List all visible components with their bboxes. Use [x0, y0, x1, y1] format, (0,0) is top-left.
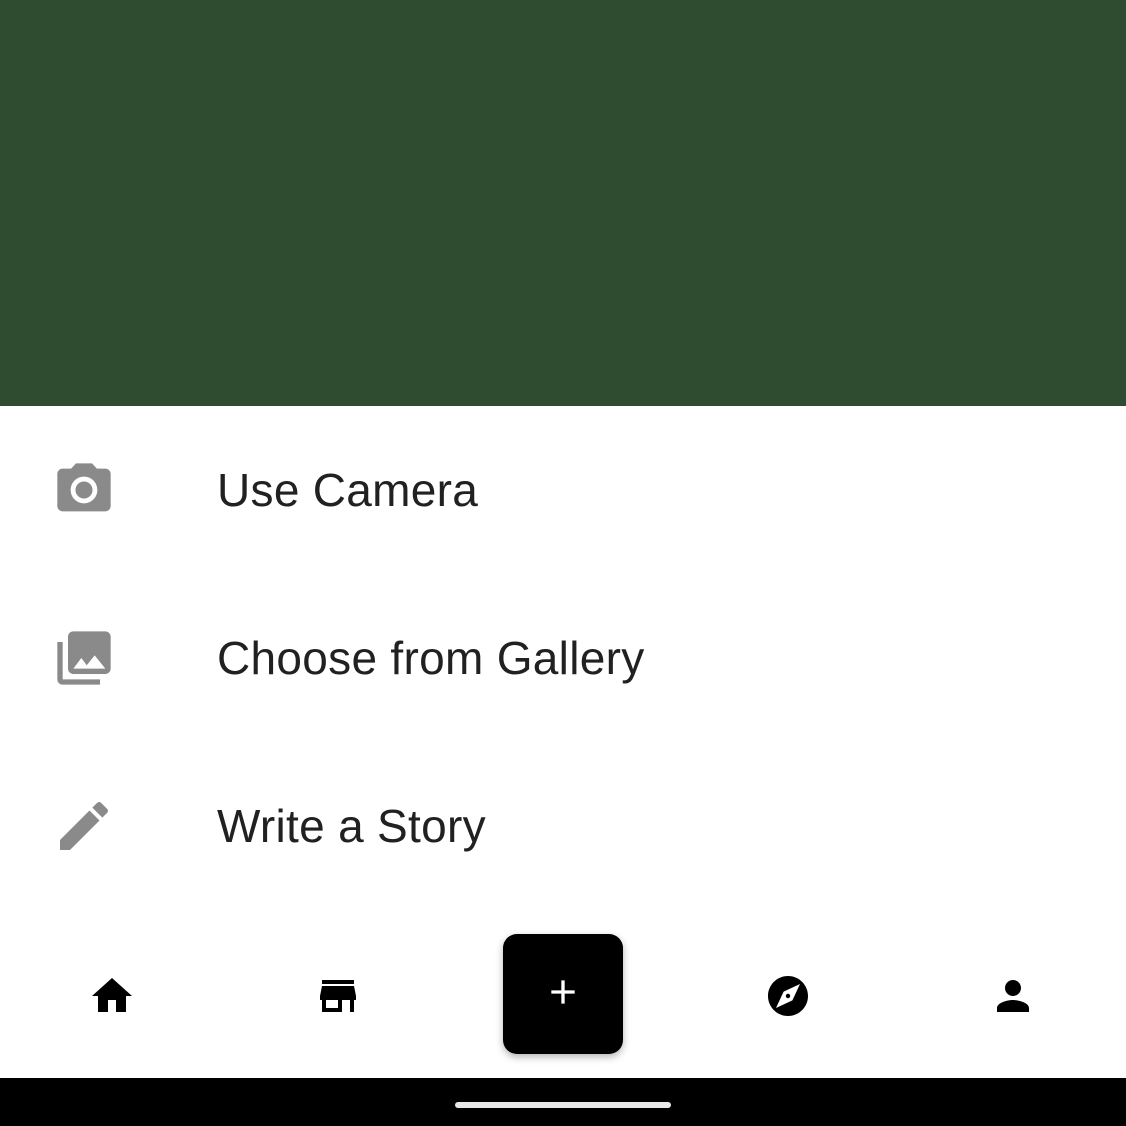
gesture-home-handle[interactable]: [455, 1102, 671, 1108]
home-icon: [88, 972, 136, 1025]
nav-profile-button[interactable]: [983, 968, 1043, 1028]
write-a-story-label: Write a Story: [217, 800, 486, 852]
choose-from-gallery-label: Choose from Gallery: [217, 632, 645, 684]
use-camera-option[interactable]: Use Camera: [0, 406, 1126, 574]
compass-icon: [764, 972, 812, 1025]
photo-library-icon: [52, 626, 116, 690]
modal-scrim[interactable]: [0, 0, 1126, 406]
write-a-story-option[interactable]: Write a Story: [0, 742, 1126, 910]
nav-explore-button[interactable]: [758, 968, 818, 1028]
system-navigation-bar: [0, 1078, 1126, 1126]
nav-store-button[interactable]: [308, 968, 368, 1028]
camera-icon: [52, 458, 116, 522]
bottom-sheet: Use Camera Choose from Gallery Write a S…: [0, 406, 1126, 921]
store-icon: [314, 972, 362, 1025]
use-camera-label: Use Camera: [217, 464, 479, 516]
person-icon: [989, 972, 1037, 1025]
plus-icon: [543, 972, 583, 1017]
nav-home-button[interactable]: [82, 968, 142, 1028]
screen: Use Camera Choose from Gallery Write a S…: [0, 0, 1126, 1126]
bottom-navigation-bar: [0, 921, 1126, 1078]
create-fab-button[interactable]: [503, 934, 623, 1054]
pencil-icon: [52, 794, 116, 858]
choose-from-gallery-option[interactable]: Choose from Gallery: [0, 574, 1126, 742]
